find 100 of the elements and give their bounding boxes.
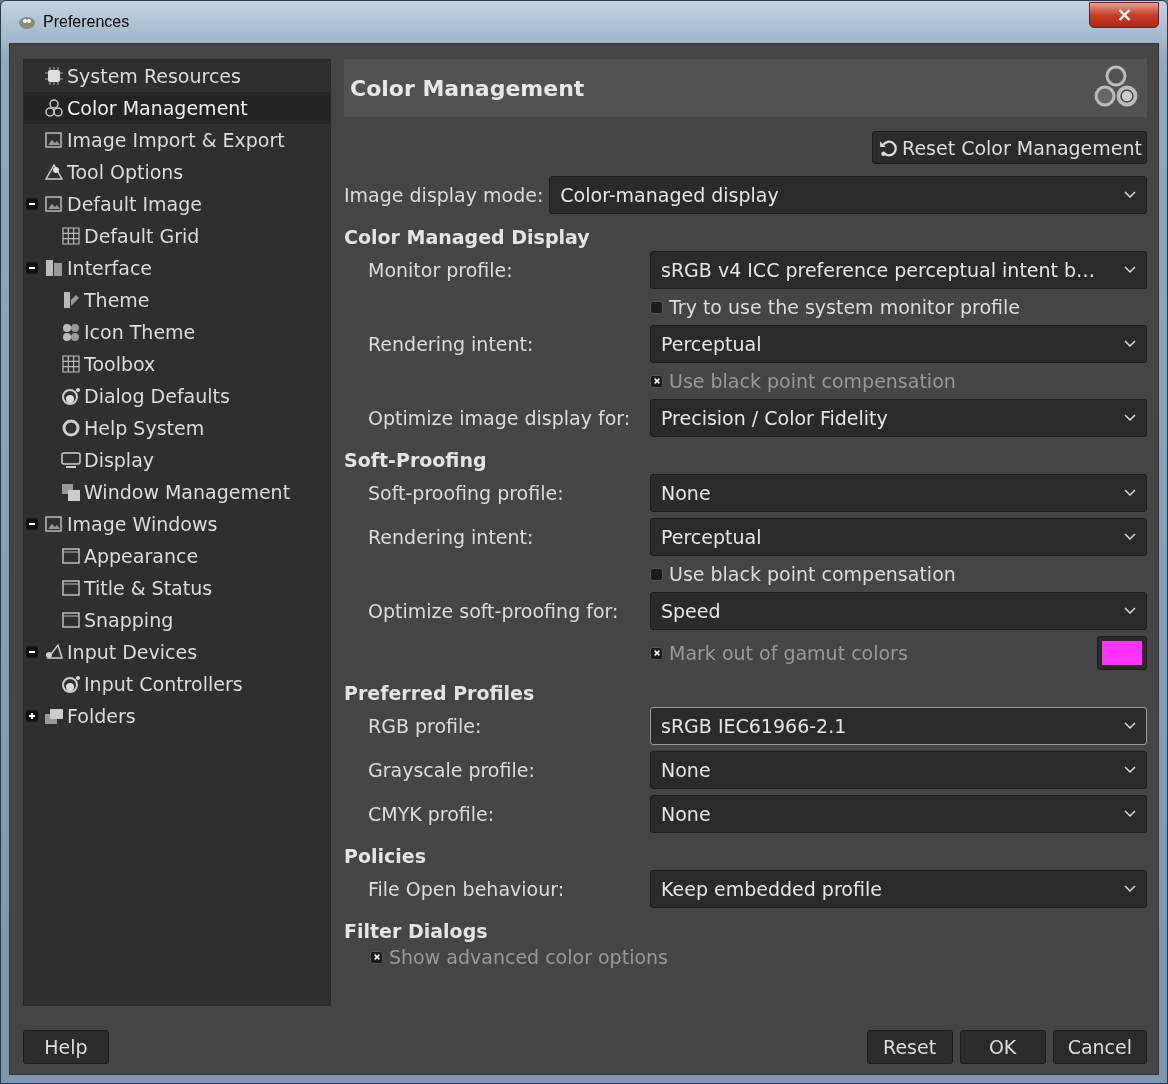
sidebar-item[interactable]: Help System <box>24 412 330 444</box>
field-label: Grayscale profile: <box>368 759 536 781</box>
sidebar-item[interactable]: Dialog Defaults <box>24 380 330 412</box>
help-button[interactable]: Help <box>23 1030 109 1064</box>
reset-color-management-button[interactable]: Reset Color Management <box>872 131 1147 164</box>
field-label: Optimize image display for: <box>368 407 632 429</box>
collapse-icon[interactable] <box>26 518 38 530</box>
dropdown[interactable]: Color-managed display <box>549 176 1147 214</box>
chevron-icon <box>1124 414 1136 422</box>
sidebar-item[interactable]: Title & Status <box>24 572 330 604</box>
dropdown[interactable]: Speed <box>650 592 1147 630</box>
field-label: Monitor profile: <box>368 259 514 281</box>
dialog-button[interactable]: OK <box>959 1030 1046 1064</box>
cross-mark-icon <box>652 649 661 657</box>
dial-icon <box>61 674 81 694</box>
grid-icon <box>61 226 81 246</box>
chip-icon <box>44 66 64 86</box>
sidebar-item[interactable]: Image Import & Export <box>24 124 330 156</box>
chevron-icon <box>1124 885 1136 893</box>
picture-icon <box>44 194 64 214</box>
section-heading: Policies <box>344 845 427 867</box>
checkbox[interactable] <box>650 300 663 314</box>
dropdown[interactable]: sRGB IEC61966-2.1 <box>650 707 1147 745</box>
circular-arrow-icon <box>879 138 898 157</box>
dropdown[interactable]: None <box>650 795 1147 833</box>
sidebar-item[interactable]: Appearance <box>24 540 330 572</box>
page-title: Color Management <box>350 75 585 101</box>
checkbox[interactable] <box>650 567 663 581</box>
panels-icon <box>44 258 64 278</box>
circles-icon <box>44 98 64 118</box>
sidebar-item[interactable]: Input Controllers <box>24 668 330 700</box>
window-icon <box>61 610 81 630</box>
chevron-icon <box>1124 266 1136 274</box>
sidebar-item[interactable]: Toolbox <box>24 348 330 380</box>
collapse-icon[interactable] <box>26 262 38 274</box>
dialog-button[interactable]: Cancel <box>1052 1030 1147 1064</box>
sidebar-item[interactable]: Icon Theme <box>24 316 330 348</box>
ring-icon <box>61 418 81 438</box>
chevron-icon <box>1124 607 1136 615</box>
cross-mark-icon <box>652 377 661 385</box>
sidebar-item[interactable]: Display <box>24 444 330 476</box>
sidebar-item[interactable]: Input Devices <box>24 636 330 668</box>
dropdown[interactable]: Precision / Color Fidelity <box>650 399 1147 437</box>
chevron-icon <box>1124 340 1136 348</box>
dial-icon <box>61 386 81 406</box>
section-heading: Preferred Profiles <box>344 682 536 704</box>
sidebar-item[interactable]: Tool Options <box>24 156 330 188</box>
monitor-icon <box>61 450 81 470</box>
chevron-icon <box>1124 810 1136 818</box>
dropdown[interactable]: None <box>650 751 1147 789</box>
picture-icon <box>44 514 64 534</box>
window-title: Preferences <box>43 13 130 31</box>
field-label: Soft-proofing profile: <box>368 482 565 504</box>
chevron-icon <box>1124 533 1136 541</box>
sidebar-item[interactable]: Default Image <box>24 188 330 220</box>
checkbox-label: Mark out of gamut colors <box>669 642 908 664</box>
sidebar-item[interactable]: Folders <box>24 700 330 732</box>
sidebar-item[interactable]: Default Grid <box>24 220 330 252</box>
field-label: Optimize soft-proofing for: <box>368 600 620 622</box>
sidebar-item[interactable]: Snapping <box>24 604 330 636</box>
sidebar-item[interactable]: Color Management <box>24 92 330 124</box>
field-label: Image display mode: <box>344 184 544 206</box>
chevron-icon <box>1124 489 1136 497</box>
wilber-icon <box>17 14 37 30</box>
expand-icon[interactable] <box>26 710 38 722</box>
sidebar-item[interactable]: Window Management <box>24 476 330 508</box>
checkbox-label: Show advanced color options <box>389 946 668 968</box>
tool-icon <box>44 162 64 182</box>
sidebar-item[interactable]: System Resources <box>24 60 330 92</box>
collapse-icon[interactable] <box>26 646 38 658</box>
close-icon <box>1117 9 1131 21</box>
dropdown[interactable]: sRGB v4 ICC preference perceptual intent b… <box>650 251 1147 289</box>
tablet-icon <box>44 642 64 662</box>
sidebar-item[interactable]: Image Windows <box>24 508 330 540</box>
grid-icon <box>61 354 81 374</box>
chevron-icon <box>1124 722 1136 730</box>
chevron-icon <box>1124 191 1136 199</box>
field-label: CMYK profile: <box>368 803 496 825</box>
faces-icon <box>61 322 81 342</box>
close-button[interactable] <box>1089 2 1159 28</box>
collapse-icon[interactable] <box>26 198 38 210</box>
field-label: File Open behaviour: <box>368 878 566 900</box>
field-label: Rendering intent: <box>368 526 535 548</box>
section-heading: Filter Dialogs <box>344 920 489 942</box>
section-heading: Color Managed Display <box>344 226 591 248</box>
dropdown[interactable]: Perceptual <box>650 325 1147 363</box>
window-icon <box>61 578 81 598</box>
field-label: RGB profile: <box>368 715 483 737</box>
sidebar-item[interactable]: Interface <box>24 252 330 284</box>
dropdown[interactable]: Keep embedded profile <box>650 870 1147 908</box>
checkbox-label: Try to use the system monitor profile <box>669 296 1021 318</box>
sidebar-item[interactable]: Theme <box>24 284 330 316</box>
checkbox-label: Use black point compensation <box>669 563 956 585</box>
swatch-icon <box>61 290 81 310</box>
chevron-icon <box>1124 766 1136 774</box>
picture-icon <box>44 130 64 150</box>
dropdown[interactable]: Perceptual <box>650 518 1147 556</box>
dropdown[interactable]: None <box>650 474 1147 512</box>
dialog-button[interactable]: Reset <box>866 1030 953 1064</box>
windows-icon <box>61 482 81 502</box>
